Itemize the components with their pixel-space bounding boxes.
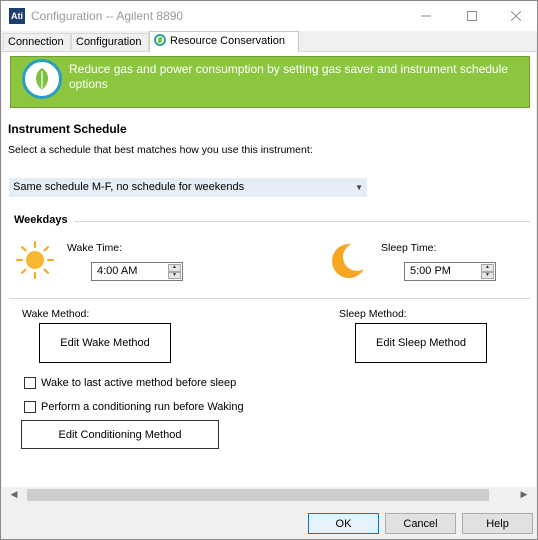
- edit-wake-method-label: Edit Wake Method: [60, 337, 150, 349]
- sleep-time-label: Sleep Time:: [381, 242, 437, 254]
- sun-icon: [15, 240, 55, 283]
- ok-button[interactable]: OK: [308, 513, 379, 534]
- cancel-label: Cancel: [403, 517, 438, 530]
- leaf-icon: [22, 59, 62, 99]
- spin-up-icon[interactable]: ▲: [168, 264, 181, 272]
- methods-divider: [9, 298, 530, 299]
- chevron-down-icon: ▼: [355, 183, 363, 192]
- maximize-button[interactable]: [449, 1, 494, 31]
- sleep-time-spinner[interactable]: ▲ ▼: [481, 264, 494, 279]
- sleep-method-label: Sleep Method:: [339, 308, 407, 320]
- tab-configuration[interactable]: Configuration: [71, 33, 149, 50]
- wake-time-value: 4:00 AM: [97, 265, 138, 277]
- spin-down-icon[interactable]: ▼: [168, 271, 181, 279]
- schedule-dropdown-value: Same schedule M-F, no schedule for weeke…: [13, 181, 245, 193]
- spin-up-icon[interactable]: ▲: [481, 264, 494, 272]
- cancel-button[interactable]: Cancel: [385, 513, 456, 534]
- schedule-instruction: Select a schedule that best matches how …: [8, 144, 313, 156]
- resource-conservation-panel: Reduce gas and power consumption by sett…: [2, 52, 536, 488]
- ok-label: OK: [335, 517, 352, 530]
- edit-wake-method-button[interactable]: Edit Wake Method: [39, 323, 171, 363]
- edit-conditioning-method-label: Edit Conditioning Method: [58, 428, 182, 441]
- sleep-time-input[interactable]: 5:00 PM ▲ ▼: [404, 262, 496, 281]
- scroll-right-icon[interactable]: ▶: [516, 488, 532, 502]
- help-button[interactable]: Help: [462, 513, 533, 534]
- wake-time-spinner[interactable]: ▲ ▼: [168, 264, 181, 279]
- maximize-icon: [466, 11, 477, 21]
- app-icon: Ati: [9, 8, 25, 24]
- conditioning-run-label: Perform a conditioning run before Waking: [41, 401, 244, 413]
- wake-last-active-label: Wake to last active method before sleep: [41, 377, 237, 389]
- scrollbar-thumb[interactable]: [27, 489, 489, 501]
- window-title: Configuration -- Agilent 8890: [31, 9, 184, 23]
- tab-resource-conservation[interactable]: Resource Conservation: [149, 31, 299, 52]
- edit-sleep-method-button[interactable]: Edit Sleep Method: [355, 323, 487, 363]
- tab-label: Connection: [8, 36, 64, 48]
- wake-last-active-checkbox-row[interactable]: Wake to last active method before sleep: [24, 377, 236, 389]
- moon-icon: [330, 240, 370, 283]
- help-label: Help: [486, 517, 509, 530]
- tab-connection[interactable]: Connection: [3, 33, 71, 50]
- tab-bar: Connection Configuration Resource Conser…: [1, 31, 537, 52]
- info-banner: Reduce gas and power consumption by sett…: [10, 56, 530, 108]
- conditioning-run-checkbox[interactable]: [24, 401, 36, 413]
- wake-time-label: Wake Time:: [67, 242, 123, 254]
- tab-label: Configuration: [76, 36, 142, 48]
- wake-time-input[interactable]: 4:00 AM ▲ ▼: [91, 262, 183, 281]
- tab-label: Resource Conservation: [170, 35, 285, 47]
- horizontal-scrollbar[interactable]: ◀ ▶: [2, 487, 536, 503]
- sleep-time-value: 5:00 PM: [410, 265, 451, 277]
- resource-conservation-icon: [154, 34, 166, 46]
- configuration-window: Ati Configuration -- Agilent 8890 Connec…: [0, 0, 538, 540]
- close-icon: [510, 11, 521, 21]
- minimize-icon: [420, 15, 431, 17]
- dialog-footer: OK Cancel Help: [1, 505, 537, 539]
- section-title-weekdays: Weekdays: [14, 214, 68, 226]
- edit-conditioning-method-button[interactable]: Edit Conditioning Method: [21, 420, 219, 449]
- section-title-instrument-schedule: Instrument Schedule: [8, 122, 127, 136]
- schedule-dropdown[interactable]: Same schedule M-F, no schedule for weeke…: [9, 178, 367, 197]
- minimize-button[interactable]: [403, 1, 448, 31]
- edit-sleep-method-label: Edit Sleep Method: [376, 337, 466, 349]
- scroll-left-icon[interactable]: ◀: [6, 488, 22, 502]
- spin-down-icon[interactable]: ▼: [481, 271, 494, 279]
- weekdays-divider: [74, 221, 530, 222]
- title-bar: Ati Configuration -- Agilent 8890: [1, 1, 537, 31]
- wake-last-active-checkbox[interactable]: [24, 377, 36, 389]
- conditioning-run-checkbox-row[interactable]: Perform a conditioning run before Waking: [24, 401, 244, 413]
- close-button[interactable]: [493, 1, 537, 31]
- wake-method-label: Wake Method:: [22, 308, 90, 320]
- banner-text: Reduce gas and power consumption by sett…: [69, 62, 508, 91]
